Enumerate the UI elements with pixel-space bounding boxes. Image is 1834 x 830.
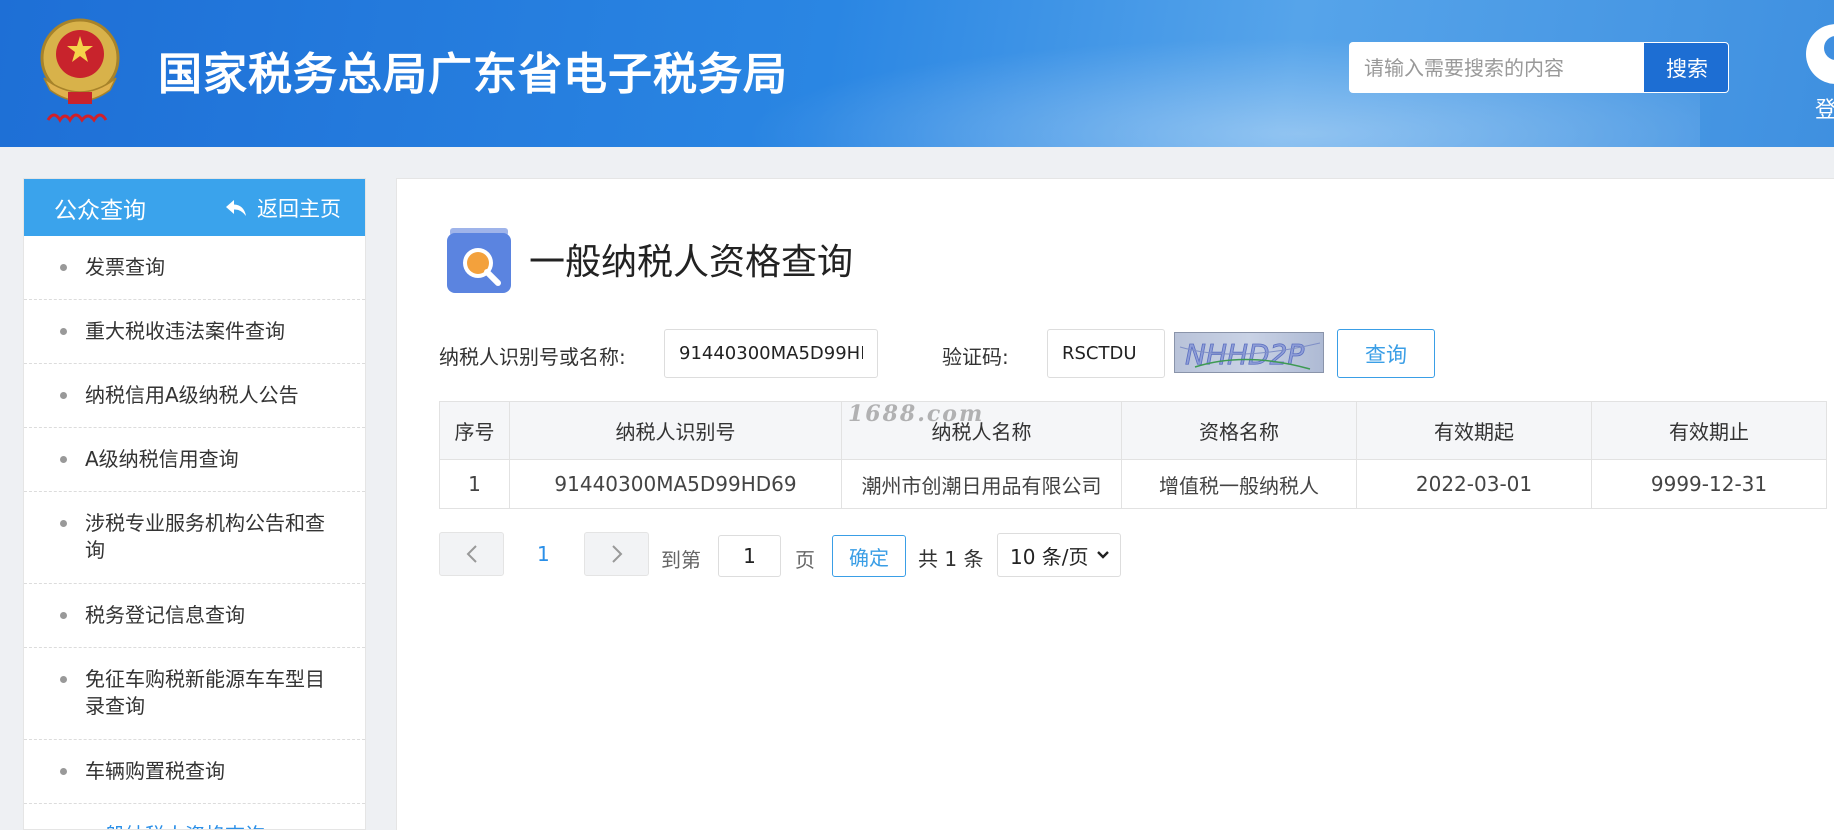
total-count: 共 1 条 <box>918 547 984 571</box>
sidebar-item-label: 纳税信用A级纳税人公告 <box>85 383 299 407</box>
tax-emblem-logo <box>40 18 120 123</box>
page-title: 一般纳税人资格查询 <box>529 242 854 283</box>
sidebar-item-major-violation[interactable]: 重大税收违法案件查询 <box>24 300 365 364</box>
sidebar-item-general-taxpayer[interactable]: 一般纳税人资格查询 <box>24 804 365 829</box>
bullet-icon <box>60 676 67 683</box>
goto-confirm-button[interactable]: 确定 <box>832 535 906 577</box>
sidebar-item-label: 发票查询 <box>85 255 165 279</box>
captcha-input[interactable] <box>1047 329 1165 378</box>
sidebar-header: 公众查询 返回主页 <box>24 179 365 236</box>
result-table: 序号 纳税人识别号 纳税人名称 资格名称 有效期起 有效期止 1 9144030… <box>439 401 1827 509</box>
search-document-icon <box>447 228 511 293</box>
sidebar-item-vehicle-purchase-tax[interactable]: 车辆购置税查询 <box>24 740 365 804</box>
col-header-qualification: 资格名称 <box>1121 401 1357 460</box>
goto-prefix: 到第 <box>661 548 701 572</box>
main-panel: 一般纳税人资格查询 纳税人识别号或名称: 验证码: NHHD2P 查询 序号 纳… <box>396 178 1834 830</box>
bullet-icon <box>60 520 67 527</box>
back-arrow-icon <box>226 199 246 216</box>
user-avatar-icon[interactable] <box>1806 24 1834 84</box>
back-home-label: 返回主页 <box>257 196 341 221</box>
sidebar-item-label: 免征车购税新能源车车型目录查询 <box>85 667 325 718</box>
bullet-icon <box>60 264 67 271</box>
next-page-button[interactable] <box>584 532 649 576</box>
sidebar-item-invoice-query[interactable]: 发票查询 <box>24 236 365 300</box>
search-button[interactable]: 搜索 <box>1644 43 1728 92</box>
col-header-valid-from: 有效期起 <box>1356 401 1592 460</box>
query-button[interactable]: 查询 <box>1337 329 1435 378</box>
chevron-left-icon <box>466 545 477 563</box>
cell-valid-from: 2022-03-01 <box>1356 459 1592 509</box>
sidebar-item-label: 车辆购置税查询 <box>85 759 225 783</box>
header-search: 搜索 <box>1349 42 1729 93</box>
prev-page-button[interactable] <box>439 532 504 576</box>
site-header: 国家税务总局广东省电子税务局 搜索 登 <box>0 0 1834 147</box>
col-header-index: 序号 <box>439 401 510 460</box>
sidebar-item-label: A级纳税信用查询 <box>85 447 239 471</box>
page-size-select[interactable]: 10 条/页 <box>997 533 1121 577</box>
page-size-value: 10 条/页 <box>1010 544 1089 569</box>
sidebar-item-a-level-query[interactable]: A级纳税信用查询 <box>24 428 365 492</box>
taxpayer-id-input[interactable] <box>664 329 878 378</box>
cell-valid-to: 9999-12-31 <box>1591 459 1827 509</box>
captcha-label: 验证码: <box>942 345 1009 369</box>
sidebar-item-label: 重大税收违法案件查询 <box>85 319 285 343</box>
table-row: 1 91440300MA5D99HD69 潮州市创潮日用品有限公司 增值税一般纳… <box>439 459 1827 509</box>
page-number-current[interactable]: 1 <box>537 542 550 566</box>
bullet-icon <box>60 612 67 619</box>
table-header-row: 序号 纳税人识别号 纳税人名称 资格名称 有效期起 有效期止 <box>439 401 1827 460</box>
login-link[interactable]: 登 <box>1815 92 1834 124</box>
cell-taxpayer-id: 91440300MA5D99HD69 <box>509 459 842 509</box>
sidebar-item-tax-service-agency[interactable]: 涉税专业服务机构公告和查询 <box>24 492 365 584</box>
cell-taxpayer-name: 潮州市创潮日用品有限公司 <box>841 459 1122 509</box>
bullet-icon <box>60 768 67 775</box>
sidebar-item-label: 一般纳税人资格查询 <box>85 822 265 829</box>
cell-index: 1 <box>439 459 510 509</box>
goto-page-input[interactable] <box>718 535 781 577</box>
sidebar-item-new-energy-vehicle[interactable]: 免征车购税新能源车车型目录查询 <box>24 648 365 740</box>
col-header-valid-to: 有效期止 <box>1591 401 1827 460</box>
bullet-icon <box>60 392 67 399</box>
sidebar-item-label: 涉税专业服务机构公告和查询 <box>85 511 325 562</box>
captcha-image[interactable]: NHHD2P <box>1174 332 1324 373</box>
cell-qualification: 增值税一般纳税人 <box>1121 459 1357 509</box>
site-title: 国家税务总局广东省电子税务局 <box>158 49 788 100</box>
watermark-text: 1688.com <box>848 401 985 427</box>
col-header-taxpayer-id: 纳税人识别号 <box>509 401 842 460</box>
sidebar-item-a-level-notice[interactable]: 纳税信用A级纳税人公告 <box>24 364 365 428</box>
bullet-icon <box>60 456 67 463</box>
goto-suffix: 页 <box>795 548 815 572</box>
sidebar-item-tax-registration[interactable]: 税务登记信息查询 <box>24 584 365 648</box>
back-home-link[interactable]: 返回主页 <box>225 193 341 223</box>
sidebar-title: 公众查询 <box>54 197 146 224</box>
chevron-right-icon <box>611 545 622 563</box>
sidebar: 公众查询 返回主页 发票查询 重大税收违法案件查询 纳税信用A级纳税人公告 A级… <box>23 178 366 830</box>
sidebar-item-label: 税务登记信息查询 <box>85 603 245 627</box>
taxpayer-label: 纳税人识别号或名称: <box>439 345 626 369</box>
chevron-down-icon <box>1097 551 1109 559</box>
captcha-noise: NHHD2P <box>1179 338 1321 371</box>
bullet-icon <box>60 328 67 335</box>
captcha-text: NHHD2P <box>1185 338 1304 371</box>
search-input[interactable] <box>1350 43 1644 92</box>
